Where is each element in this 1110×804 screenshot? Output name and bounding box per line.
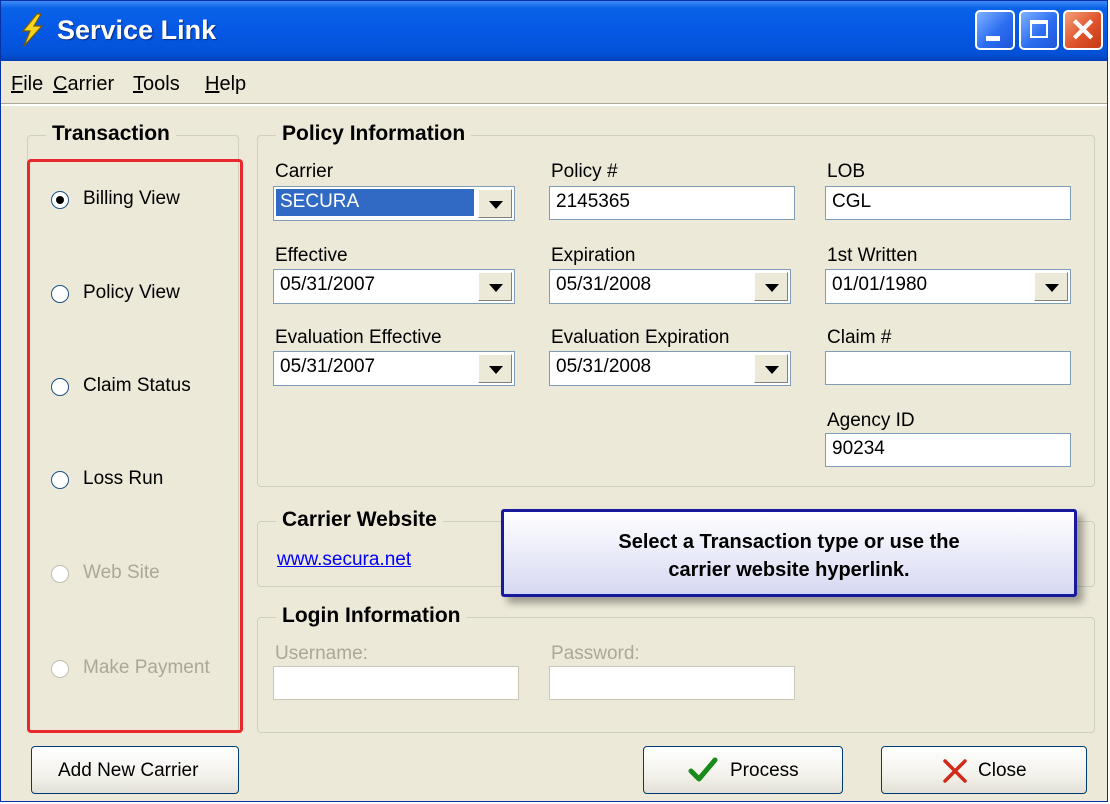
claim-number-label: Claim # [827,327,892,348]
password-label: Password: [551,643,640,664]
agency-id-label: Agency ID [827,410,915,431]
evaluation-effective-value: 05/31/2007 [280,356,376,377]
close-window-button[interactable]: ✕ [1063,10,1103,50]
radio-label-make-payment: Make Payment [83,657,210,678]
transaction-title: Transaction [46,122,176,146]
lob-label: LOB [827,161,866,182]
first-written-label: 1st Written [827,245,918,266]
dropdown-arrow-icon[interactable] [754,354,788,383]
add-new-carrier-label: Add New Carrier [58,760,199,781]
username-label: Username: [275,643,368,664]
policy-number-label: Policy # [551,161,618,182]
claim-number-input[interactable] [825,351,1071,385]
menu-file[interactable]: File [11,73,43,96]
dropdown-arrow-icon[interactable] [478,189,512,218]
dropdown-arrow-icon[interactable] [754,272,788,301]
effective-date-value: 05/31/2007 [280,274,376,295]
radio-label-claim-status[interactable]: Claim Status [83,375,191,397]
expiration-date-value: 05/31/2008 [556,274,652,295]
carrier-select-value: SECURA [276,189,474,216]
evaluation-expiration-value: 05/31/2008 [556,356,652,377]
carrier-select[interactable]: SECURA [273,186,515,221]
lightning-bolt-icon [21,13,44,47]
lob-input[interactable]: CGL [825,186,1071,220]
maximize-icon [1030,20,1048,38]
expiration-date-select[interactable]: 05/31/2008 [549,269,791,304]
dropdown-arrow-icon[interactable] [1034,272,1068,301]
callout-line-1: Select a Transaction type or use the [618,531,960,553]
title-bar[interactable]: Service Link ✕ [1,1,1107,61]
first-written-date-select[interactable]: 01/01/1980 [825,269,1071,304]
radio-claim-status[interactable] [51,378,69,396]
menu-help[interactable]: Help [205,73,246,96]
process-label: Process [730,760,799,781]
radio-label-policy-view[interactable]: Policy View [83,282,180,304]
expiration-label: Expiration [551,245,636,266]
radio-policy-view[interactable] [51,285,69,303]
carrier-label: Carrier [275,161,334,182]
close-button[interactable]: Close [881,746,1087,794]
tooltip-callout: Select a Transaction type or use the car… [501,509,1077,597]
password-input[interactable] [549,666,795,700]
minimize-button[interactable] [975,10,1015,50]
policy-information-title: Policy Information [276,122,472,146]
evaluation-effective-label: Evaluation Effective [275,327,442,348]
window-title: Service Link [57,15,217,45]
menu-tools[interactable]: Tools [133,73,180,96]
evaluation-effective-select[interactable]: 05/31/2007 [273,351,515,386]
close-x-icon [943,759,967,783]
evaluation-expiration-label: Evaluation Expiration [551,327,730,348]
add-new-carrier-button[interactable]: Add New Carrier [31,746,239,794]
radio-billing-view[interactable] [51,191,69,209]
effective-label: Effective [275,245,348,266]
process-button[interactable]: Process [643,746,843,794]
policy-number-input[interactable]: 2145365 [549,186,795,220]
carrier-website-title: Carrier Website [276,508,443,532]
service-link-window: Service Link ✕ File Carrier Tools Help T… [0,0,1108,802]
radio-label-billing-view[interactable]: Billing View [83,188,180,210]
radio-make-payment [51,660,69,678]
first-written-date-value: 01/01/1980 [832,274,928,295]
carrier-website-link[interactable]: www.secura.net [277,549,411,571]
agency-id-input[interactable]: 90234 [825,433,1071,467]
login-information-title: Login Information [276,604,467,628]
dropdown-arrow-icon[interactable] [478,272,512,301]
effective-date-select[interactable]: 05/31/2007 [273,269,515,304]
checkmark-icon [688,757,718,782]
username-input[interactable] [273,666,519,700]
menu-separator [1,103,1107,106]
callout-line-2: carrier website hyperlink. [668,559,910,581]
evaluation-expiration-select[interactable]: 05/31/2008 [549,351,791,386]
dropdown-arrow-icon[interactable] [478,354,512,383]
maximize-button[interactable] [1019,10,1059,50]
radio-label-web-site: Web Site [83,562,160,583]
minimize-icon [986,36,1000,41]
radio-loss-run[interactable] [51,471,69,489]
highlight-box [27,159,243,733]
close-label: Close [978,760,1027,781]
close-icon: ✕ [1069,12,1097,48]
radio-label-loss-run[interactable]: Loss Run [83,468,163,490]
menu-carrier[interactable]: Carrier [53,73,114,96]
menu-bar: File Carrier Tools Help [1,61,1107,103]
radio-web-site [51,565,69,583]
